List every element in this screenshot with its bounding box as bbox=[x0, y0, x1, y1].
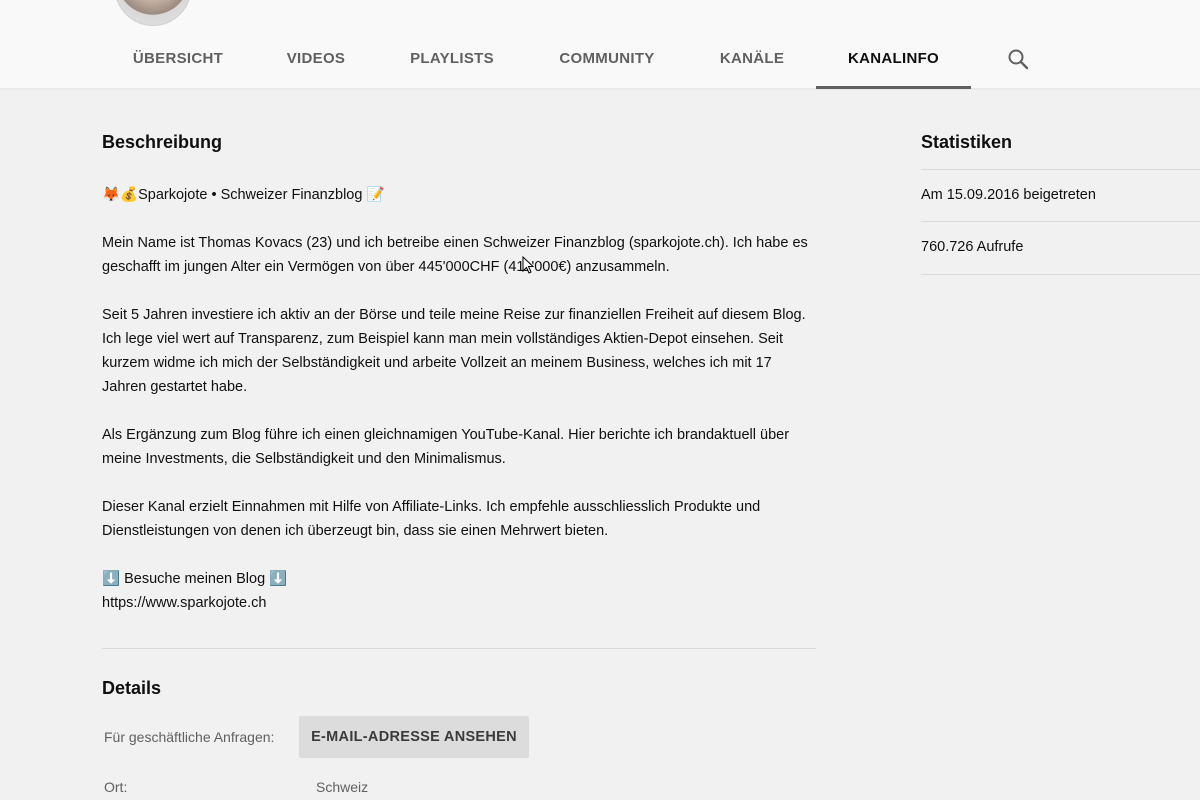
blog-link[interactable]: https://www.sparkojote.ch bbox=[102, 591, 816, 615]
stats-divider bbox=[921, 169, 1200, 170]
tab-uebersicht[interactable]: ÜBERSICHT bbox=[118, 30, 238, 86]
blog-callout-text: Besuche meinen Blog bbox=[124, 571, 266, 587]
search-icon[interactable] bbox=[1006, 47, 1030, 71]
description-headline: 🦊💰Sparkojote • Schweizer Finanzblog 📝 bbox=[102, 183, 816, 207]
tab-videos[interactable]: VIDEOS bbox=[270, 30, 362, 86]
down-arrow-icon: ⬇️ bbox=[269, 571, 288, 587]
tab-kanalinfo[interactable]: KANALINFO bbox=[816, 30, 971, 89]
fox-moneybag-emoji: 🦊💰 bbox=[102, 187, 139, 203]
text-cursor-icon bbox=[522, 255, 535, 274]
tab-kanaele[interactable]: KANÄLE bbox=[704, 30, 800, 86]
location-label: Ort: bbox=[104, 779, 128, 795]
channel-tabs: ÜBERSICHT VIDEOS PLAYLISTS COMMUNITY KAN… bbox=[0, 30, 1200, 89]
description-paragraph: Seit 5 Jahren investiere ich aktiv an de… bbox=[102, 307, 806, 395]
blog-callout: ⬇️ Besuche meinen Blog ⬇️ bbox=[102, 567, 816, 591]
channel-description: 🦊💰Sparkojote • Schweizer Finanzblog 📝 Me… bbox=[102, 183, 816, 615]
details-title: Details bbox=[102, 678, 162, 698]
stats-title: Statistiken bbox=[921, 132, 1013, 152]
section-divider bbox=[102, 648, 816, 649]
business-inquiry-label: Für geschäftliche Anfragen: bbox=[104, 729, 275, 745]
memo-emoji: 📝 bbox=[366, 187, 385, 203]
description-paragraph: Dieser Kanal erzielt Einnahmen mit Hilfe… bbox=[102, 499, 761, 539]
tab-playlists[interactable]: PLAYLISTS bbox=[394, 30, 510, 86]
tab-community[interactable]: COMMUNITY bbox=[543, 30, 671, 86]
down-arrow-icon: ⬇️ bbox=[102, 571, 121, 587]
description-title: Beschreibung bbox=[102, 132, 223, 152]
description-paragraph: Als Ergänzung zum Blog führe ich einen g… bbox=[102, 427, 790, 467]
description-paragraph: Mein Name ist Thomas Kovacs (23) und ich… bbox=[102, 235, 808, 275]
channel-header: ÜBERSICHT VIDEOS PLAYLISTS COMMUNITY KAN… bbox=[0, 0, 1200, 89]
view-count: 760.726 Aufrufe bbox=[921, 239, 1024, 255]
headline-text: Sparkojote • Schweizer Finanzblog bbox=[138, 187, 363, 203]
stats-divider bbox=[921, 221, 1200, 222]
view-email-button[interactable]: E-MAIL-ADRESSE ANSEHEN bbox=[299, 716, 529, 758]
stats-divider bbox=[921, 274, 1200, 275]
joined-date: Am 15.09.2016 beigetreten bbox=[921, 187, 1096, 203]
location-value: Schweiz bbox=[316, 779, 369, 795]
channel-avatar[interactable] bbox=[114, 0, 192, 26]
